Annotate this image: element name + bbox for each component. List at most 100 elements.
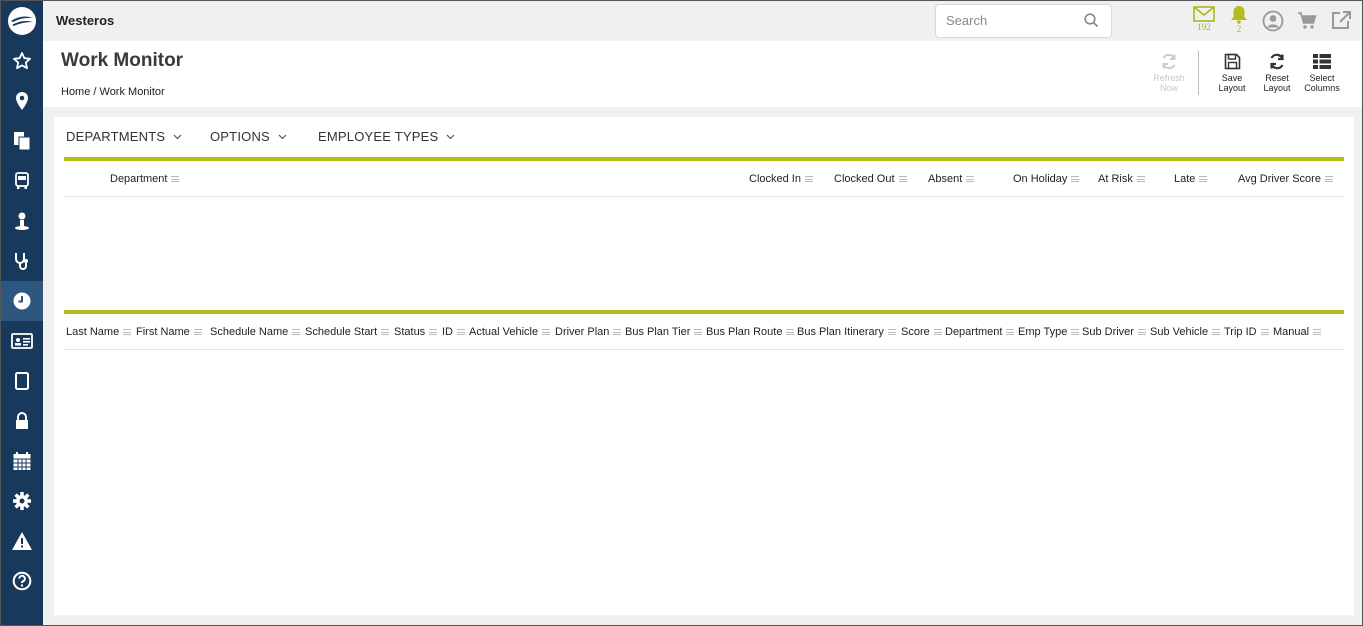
sidebar-item-documents[interactable]	[1, 121, 43, 161]
column-header-clocked-out[interactable]: Clocked Out	[834, 173, 907, 185]
toolbar-divider	[1198, 51, 1199, 95]
column-header-emp-type[interactable]: Emp Type	[1018, 326, 1080, 338]
cart-button[interactable]	[1297, 12, 1317, 30]
column-menu-icon[interactable]	[804, 176, 813, 182]
cart-icon	[1298, 12, 1317, 29]
sidebar-item-favorites[interactable]	[1, 41, 43, 81]
column-menu-icon[interactable]	[887, 329, 896, 335]
column-header-schedule-name[interactable]: Schedule Name	[210, 326, 301, 338]
column-menu-icon[interactable]	[381, 329, 390, 335]
column-menu-icon[interactable]	[1071, 329, 1080, 335]
column-header-department[interactable]: Department	[110, 173, 180, 185]
column-header-sub-driver[interactable]: Sub Driver	[1082, 326, 1146, 338]
sidebar-item-vehicles[interactable]	[1, 161, 43, 201]
column-menu-icon[interactable]	[1137, 329, 1146, 335]
sidebar-item-settings[interactable]	[1, 481, 43, 521]
sidebar-item-id-cards[interactable]	[1, 321, 43, 361]
column-header-bus-plan-route[interactable]: Bus Plan Route	[706, 326, 795, 338]
sidebar-logo[interactable]	[1, 1, 43, 41]
column-label: Clocked In	[749, 173, 801, 185]
column-menu-icon[interactable]	[1324, 176, 1333, 182]
column-menu-icon[interactable]	[1260, 329, 1269, 335]
column-header-actual-vehicle[interactable]: Actual Vehicle	[469, 326, 551, 338]
column-menu-icon[interactable]	[1313, 329, 1322, 335]
column-menu-icon[interactable]	[542, 329, 551, 335]
notifications-button[interactable]: 2	[1229, 4, 1249, 34]
reset-layout-button[interactable]: Reset Layout	[1254, 53, 1300, 93]
options-filter-label: OPTIONS	[210, 129, 270, 144]
departments-filter[interactable]: DEPARTMENTS	[66, 129, 182, 144]
mail-icon	[1193, 6, 1215, 22]
column-label: ID	[442, 326, 453, 338]
column-menu-icon[interactable]	[1006, 329, 1015, 335]
tablet-icon	[15, 372, 29, 390]
messages-button[interactable]: 192	[1193, 6, 1215, 32]
column-header-absent[interactable]: Absent	[928, 173, 975, 185]
chevron-down-icon	[446, 134, 455, 139]
sidebar-item-help[interactable]	[1, 561, 43, 601]
employee-types-filter[interactable]: EMPLOYEE TYPES	[318, 129, 455, 144]
column-header-at-risk[interactable]: At Risk	[1098, 173, 1145, 185]
chevron-down-icon	[278, 134, 287, 139]
brand-name: Westeros	[56, 13, 115, 28]
column-menu-icon[interactable]	[292, 329, 301, 335]
column-header-avg-driver-score[interactable]: Avg Driver Score	[1238, 173, 1333, 185]
column-menu-icon[interactable]	[898, 176, 907, 182]
column-menu-icon[interactable]	[933, 329, 942, 335]
star-icon	[13, 52, 31, 70]
sidebar-item-alerts[interactable]	[1, 521, 43, 561]
sidebar-item-employees[interactable]	[1, 201, 43, 241]
column-menu-icon[interactable]	[429, 329, 438, 335]
column-menu-icon[interactable]	[193, 329, 202, 335]
sidebar-item-devices[interactable]	[1, 361, 43, 401]
options-filter[interactable]: OPTIONS	[210, 129, 287, 144]
column-header-late[interactable]: Late	[1174, 173, 1208, 185]
column-menu-icon[interactable]	[457, 329, 465, 335]
sidebar-item-security[interactable]	[1, 401, 43, 441]
external-link-button[interactable]	[1331, 10, 1353, 30]
refresh-now-button[interactable]: Refresh Now	[1146, 53, 1192, 93]
help-icon	[12, 571, 32, 591]
column-header-driver-plan[interactable]: Driver Plan	[555, 326, 622, 338]
search-icon[interactable]	[1084, 13, 1099, 28]
column-header-last-name[interactable]: Last Name	[66, 326, 132, 338]
column-header-first-name[interactable]: First Name	[136, 326, 202, 338]
profile-button[interactable]	[1262, 10, 1284, 32]
select-columns-label-1: Select	[1309, 73, 1335, 83]
column-menu-icon[interactable]	[966, 176, 975, 182]
column-header-id[interactable]: ID	[442, 326, 465, 338]
column-menu-icon[interactable]	[694, 329, 703, 335]
column-menu-icon[interactable]	[1071, 176, 1080, 182]
column-header-on-holiday[interactable]: On Holiday	[1013, 173, 1080, 185]
column-menu-icon[interactable]	[1199, 176, 1208, 182]
sidebar-item-calendar[interactable]	[1, 441, 43, 481]
column-menu-icon[interactable]	[171, 176, 180, 182]
column-header-manual[interactable]: Manual	[1273, 326, 1322, 338]
column-header-bus-plan-itinerary[interactable]: Bus Plan Itinerary	[797, 326, 896, 338]
search-box[interactable]	[935, 4, 1112, 38]
column-header-clocked-in[interactable]: Clocked In	[749, 173, 813, 185]
column-header-trip-id[interactable]: Trip ID	[1224, 326, 1269, 338]
id-card-icon	[11, 333, 33, 349]
column-header-department[interactable]: Department	[945, 326, 1015, 338]
column-menu-icon[interactable]	[613, 329, 622, 335]
page-title: Work Monitor	[61, 50, 184, 71]
column-header-sub-vehicle[interactable]: Sub Vehicle	[1150, 326, 1221, 338]
column-header-score[interactable]: Score	[901, 326, 942, 338]
column-menu-icon[interactable]	[1136, 176, 1145, 182]
breadcrumb[interactable]: Home / Work Monitor	[61, 86, 165, 98]
search-input[interactable]	[946, 13, 1076, 28]
column-menu-icon[interactable]	[123, 329, 132, 335]
column-menu-icon[interactable]	[786, 329, 795, 335]
column-header-status[interactable]: Status	[394, 326, 438, 338]
sidebar-item-health[interactable]	[1, 241, 43, 281]
sidebar-item-locations[interactable]	[1, 81, 43, 121]
column-menu-icon[interactable]	[1212, 329, 1221, 335]
save-layout-button[interactable]: Save Layout	[1209, 53, 1255, 93]
notifications-count: 2	[1236, 24, 1242, 34]
column-header-bus-plan-tier[interactable]: Bus Plan Tier	[625, 326, 703, 338]
select-columns-button[interactable]: Select Columns	[1299, 53, 1345, 93]
sidebar-item-work-monitor[interactable]	[1, 281, 43, 321]
column-header-schedule-start[interactable]: Schedule Start	[305, 326, 390, 338]
user-circle-icon	[1262, 10, 1284, 32]
